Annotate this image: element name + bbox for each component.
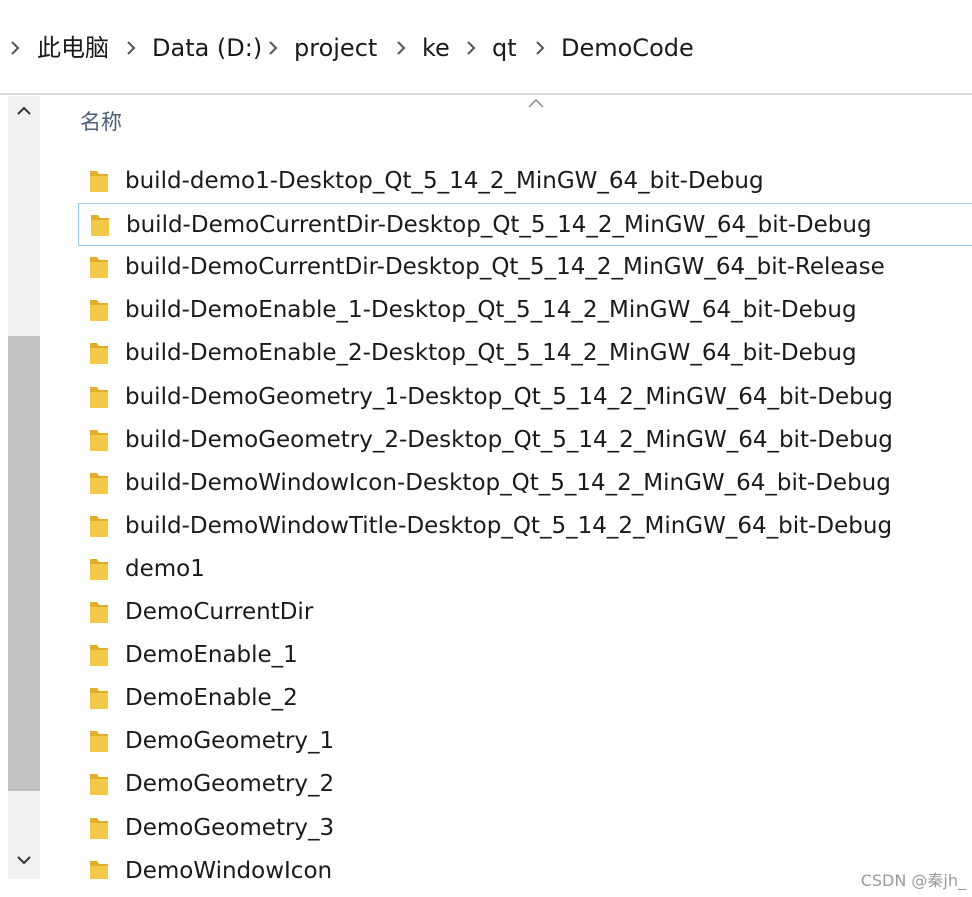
list-item[interactable]: build-DemoCurrentDir-Desktop_Qt_5_14_2_M…	[78, 246, 972, 289]
breadcrumb: 此电脑 Data (D:) project ke qt DemoCode	[0, 0, 972, 95]
list-item-label: DemoEnable_1	[125, 642, 298, 668]
folder-icon	[88, 771, 110, 797]
list-item[interactable]: DemoEnable_2	[78, 677, 972, 720]
file-list: build-demo1-Desktop_Qt_5_14_2_MinGW_64_b…	[78, 160, 972, 880]
list-item[interactable]: build-DemoEnable_2-Desktop_Qt_5_14_2_Min…	[78, 332, 972, 375]
folder-icon	[88, 513, 110, 539]
breadcrumb-item-democode[interactable]: DemoCode	[561, 30, 694, 66]
list-item-label: build-DemoGeometry_1-Desktop_Qt_5_14_2_M…	[125, 384, 893, 410]
folder-icon	[88, 340, 110, 366]
list-item[interactable]: demo1	[78, 548, 972, 591]
breadcrumb-item-ke[interactable]: ke	[422, 30, 450, 66]
breadcrumb-item-qt[interactable]: qt	[492, 30, 517, 66]
list-item[interactable]: build-DemoGeometry_1-Desktop_Qt_5_14_2_M…	[78, 376, 972, 419]
watermark: CSDN @秦jh_	[860, 871, 966, 890]
chevron-right-icon[interactable]	[535, 30, 545, 66]
folder-icon	[88, 384, 110, 410]
column-header-name[interactable]: 名称	[80, 106, 122, 138]
list-item[interactable]: DemoEnable_1	[78, 634, 972, 677]
breadcrumb-item-project[interactable]: project	[294, 30, 377, 66]
folder-icon	[88, 642, 110, 668]
chevron-right-icon[interactable]	[126, 30, 136, 66]
list-item[interactable]: build-demo1-Desktop_Qt_5_14_2_MinGW_64_b…	[78, 160, 972, 203]
scroll-down-button[interactable]	[8, 845, 40, 879]
list-item-label: DemoGeometry_1	[125, 728, 335, 754]
breadcrumb-item-this-pc[interactable]: 此电脑	[37, 30, 109, 66]
chevron-up-icon	[8, 106, 40, 116]
list-item-label: DemoEnable_2	[125, 685, 298, 711]
list-item-label: build-DemoCurrentDir-Desktop_Qt_5_14_2_M…	[125, 254, 885, 280]
chevron-right-icon[interactable]	[466, 30, 476, 66]
folder-icon	[88, 168, 110, 194]
folder-icon	[88, 556, 110, 582]
list-item[interactable]: DemoGeometry_3	[78, 807, 972, 850]
folder-icon	[89, 212, 111, 238]
folder-icon	[88, 815, 110, 841]
list-item-label: build-demo1-Desktop_Qt_5_14_2_MinGW_64_b…	[125, 168, 764, 194]
list-bottom-edge	[40, 879, 972, 897]
folder-icon	[88, 599, 110, 625]
list-item-label: build-DemoWindowIcon-Desktop_Qt_5_14_2_M…	[125, 470, 891, 496]
addressbar-divider	[0, 93, 972, 95]
list-item[interactable]: build-DemoEnable_1-Desktop_Qt_5_14_2_Min…	[78, 289, 972, 332]
list-item-label: build-DemoGeometry_2-Desktop_Qt_5_14_2_M…	[125, 427, 893, 453]
list-item-label: build-DemoWindowTitle-Desktop_Qt_5_14_2_…	[125, 513, 893, 539]
list-item-label: build-DemoEnable_1-Desktop_Qt_5_14_2_Min…	[125, 297, 857, 323]
list-item-label: demo1	[125, 556, 205, 582]
chevron-right-icon[interactable]	[10, 30, 20, 66]
list-item[interactable]: DemoGeometry_1	[78, 720, 972, 763]
scrollbar-thumb[interactable]	[8, 336, 40, 791]
chevron-right-icon[interactable]	[396, 30, 406, 66]
folder-icon	[88, 858, 110, 880]
chevron-right-icon[interactable]	[268, 30, 278, 66]
list-item-label: DemoGeometry_3	[125, 815, 335, 841]
folder-icon	[88, 297, 110, 323]
list-item[interactable]: build-DemoWindowTitle-Desktop_Qt_5_14_2_…	[78, 505, 972, 548]
list-item-label: DemoGeometry_2	[125, 771, 335, 797]
breadcrumb-item-data-drive[interactable]: Data (D:)	[152, 30, 262, 66]
sort-ascending-icon	[527, 94, 545, 108]
folder-icon	[88, 685, 110, 711]
chevron-down-icon	[8, 855, 40, 865]
file-explorer-window: 此电脑 Data (D:) project ke qt DemoCode 名称 …	[0, 0, 972, 897]
list-item-label: build-DemoEnable_2-Desktop_Qt_5_14_2_Min…	[125, 340, 857, 366]
folder-icon	[88, 427, 110, 453]
folder-icon	[88, 254, 110, 280]
folder-icon	[88, 728, 110, 754]
list-item[interactable]: DemoWindowIcon	[78, 850, 972, 880]
folder-icon	[88, 470, 110, 496]
list-item[interactable]: DemoCurrentDir	[78, 591, 972, 634]
vertical-scrollbar[interactable]	[8, 96, 40, 879]
list-item-label: build-DemoCurrentDir-Desktop_Qt_5_14_2_M…	[126, 212, 872, 238]
list-item-label: DemoCurrentDir	[125, 599, 314, 625]
scroll-up-button[interactable]	[8, 96, 40, 130]
list-item[interactable]: build-DemoWindowIcon-Desktop_Qt_5_14_2_M…	[78, 462, 972, 505]
list-item-label: DemoWindowIcon	[125, 858, 333, 880]
list-item[interactable]: build-DemoCurrentDir-Desktop_Qt_5_14_2_M…	[78, 203, 972, 246]
list-item[interactable]: DemoGeometry_2	[78, 763, 972, 806]
list-item[interactable]: build-DemoGeometry_2-Desktop_Qt_5_14_2_M…	[78, 419, 972, 462]
